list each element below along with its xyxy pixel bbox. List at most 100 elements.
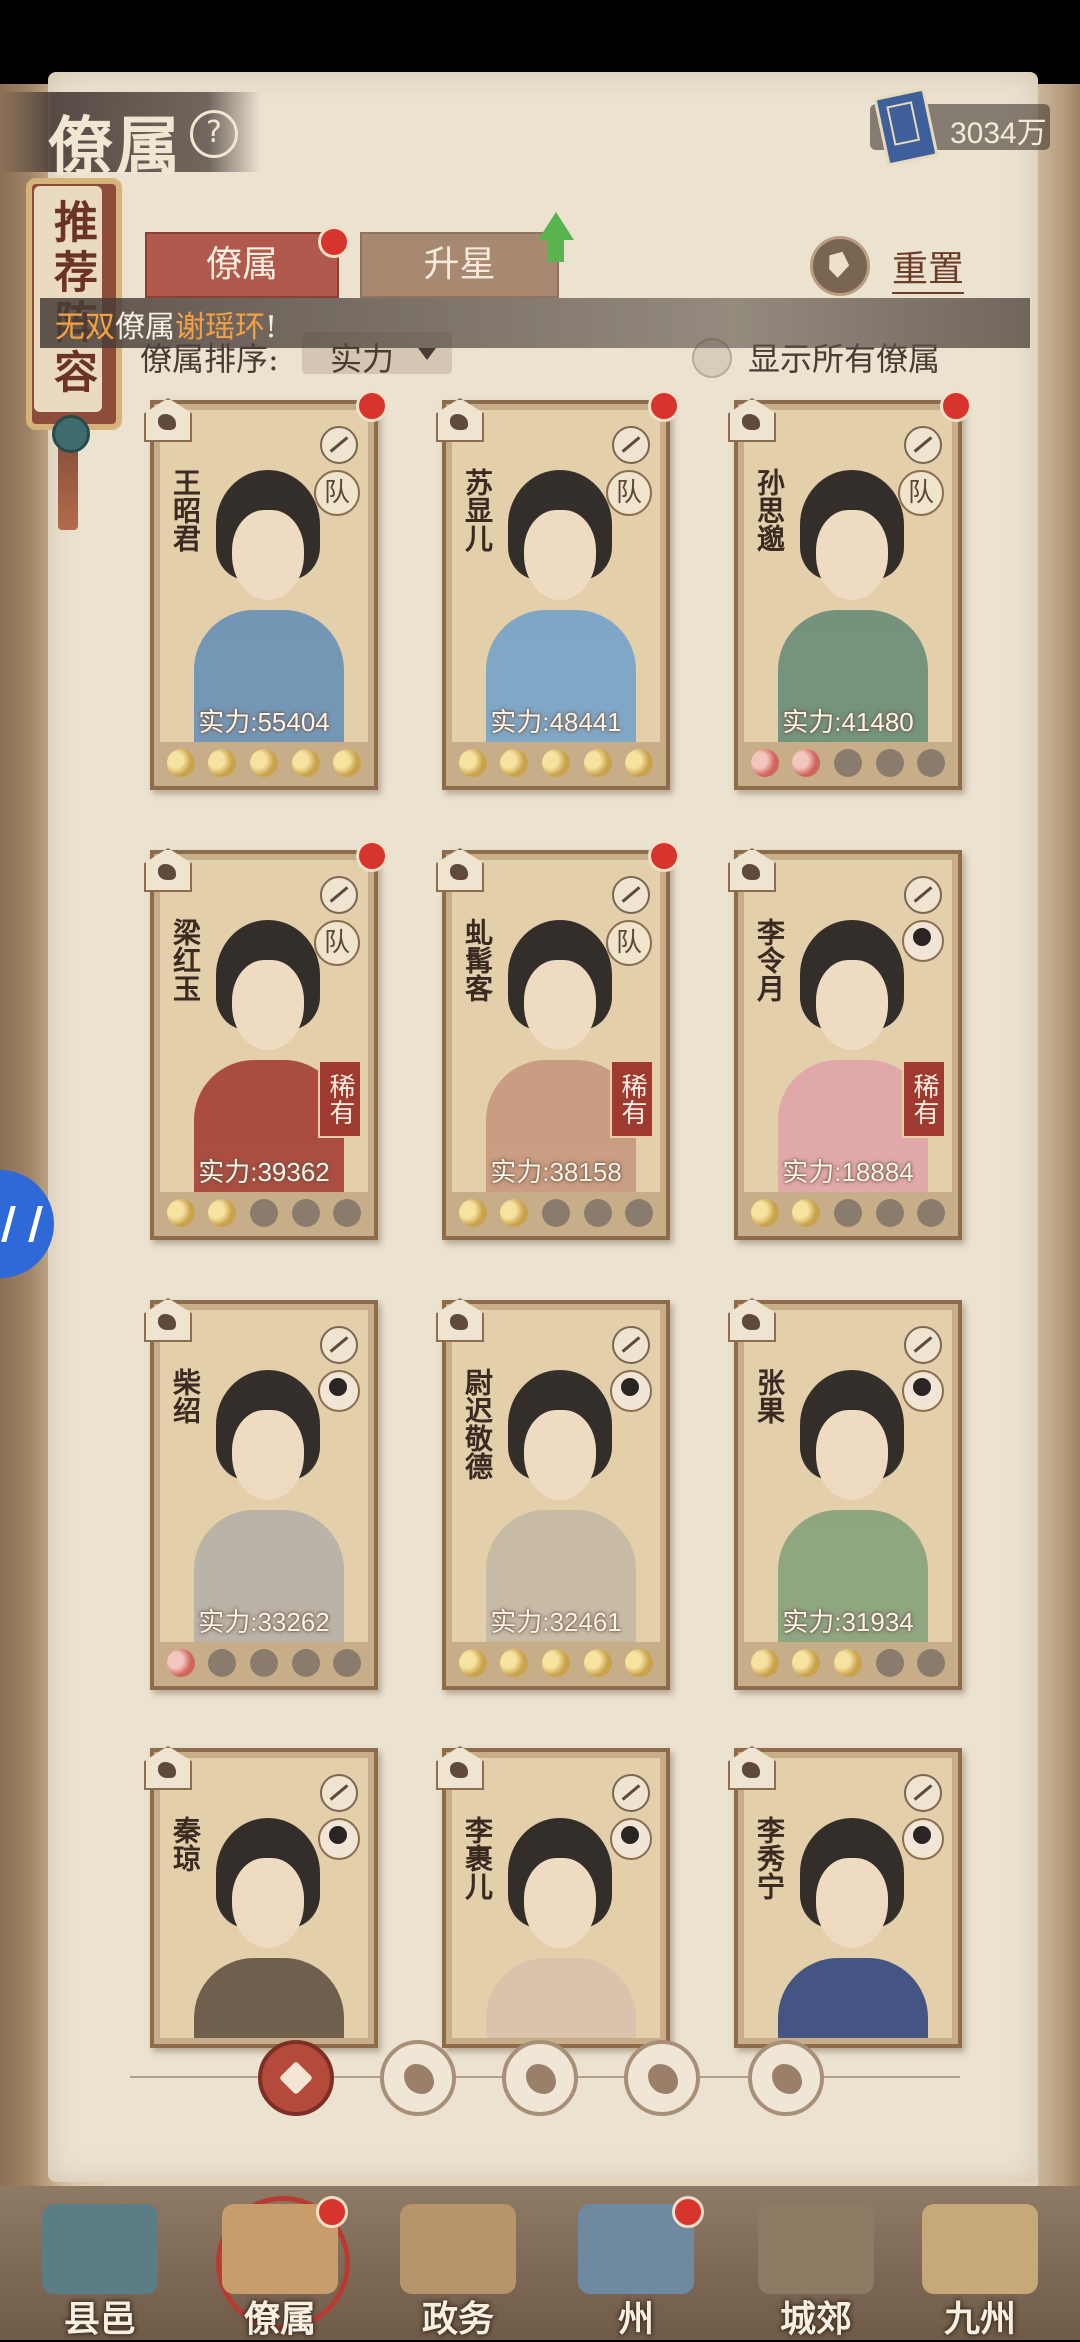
filter-class-1-button[interactable] — [380, 2040, 456, 2116]
power-value: 实力:33262 — [198, 1607, 330, 1637]
nav-item[interactable]: 政务 — [378, 2190, 538, 2340]
hat-icon — [404, 2064, 434, 2094]
filter-class-4-button[interactable] — [748, 2040, 824, 2116]
role-icon — [612, 426, 650, 464]
announcement-type: 僚属 — [115, 310, 175, 345]
notification-dot — [940, 390, 972, 422]
retainer-card[interactable]: 孙思邈 队实力:41480 — [728, 390, 972, 790]
notification-dot — [356, 840, 388, 872]
portrait-face — [816, 1858, 888, 1948]
team-badge: 队 — [606, 920, 652, 966]
nav-item[interactable]: 城郊 — [736, 2190, 896, 2340]
companion-avatar — [610, 1370, 652, 1412]
power-value: 实力:38158 — [490, 1157, 622, 1187]
role-icon — [320, 1326, 358, 1364]
retainer-card[interactable]: 秦琼 — [144, 1746, 378, 2048]
filter-class-3-button[interactable] — [624, 2040, 700, 2116]
notification-dot — [648, 390, 680, 422]
moon-star-icon — [625, 749, 654, 777]
currency-amount: 3034万 — [950, 117, 1047, 150]
nav-icon — [922, 2204, 1038, 2294]
moon-star-icon — [792, 749, 821, 777]
nav-item[interactable]: 县邑 — [20, 2190, 180, 2340]
star-rating — [452, 1196, 660, 1230]
moon-star-icon — [333, 749, 362, 777]
moon-star-icon — [249, 1199, 278, 1227]
page-title: 僚属 — [48, 110, 184, 185]
portrait-robe — [486, 1958, 636, 2038]
filter-class-2-button[interactable] — [502, 2040, 578, 2116]
moon-star-icon — [541, 749, 570, 777]
star-rating — [160, 1646, 368, 1680]
notification-dot — [648, 840, 680, 872]
diamond-icon — [279, 2061, 313, 2095]
class-badge-icon — [436, 1746, 484, 1790]
moon-star-icon — [917, 1649, 946, 1677]
companion-avatar — [318, 1370, 360, 1412]
moon-star-icon — [458, 1199, 487, 1227]
character-name: 柴绍 — [169, 1368, 202, 1424]
class-badge-icon — [728, 848, 776, 892]
moon-star-icon — [917, 1199, 946, 1227]
class-badge-icon — [436, 398, 484, 442]
companion-avatar — [610, 1818, 652, 1860]
moon-star-icon — [166, 1199, 195, 1227]
moon-star-icon — [500, 1649, 529, 1677]
team-badge: 队 — [606, 470, 652, 516]
portrait-frame: 孙思邈 队实力:41480 — [744, 410, 952, 742]
filter-all-button[interactable] — [258, 2040, 334, 2116]
nav-item[interactable]: 九州 — [900, 2190, 1060, 2340]
reset-icon[interactable] — [810, 236, 870, 296]
retainer-card[interactable]: 尉迟敬德 实力:32461 — [436, 1298, 670, 1690]
nav-label: 政务 — [421, 2298, 494, 2340]
role-icon — [320, 426, 358, 464]
role-icon — [612, 1774, 650, 1812]
moon-star-icon — [625, 1199, 654, 1227]
portrait-face — [232, 960, 304, 1050]
help-icon[interactable]: ? — [190, 110, 238, 158]
retainer-card[interactable]: 柴绍实力:33262 — [144, 1298, 378, 1690]
nav-item[interactable]: 僚属 — [200, 2190, 360, 2340]
nav-item[interactable]: 州 — [556, 2190, 716, 2340]
role-icon — [904, 1774, 942, 1812]
tab-retainers[interactable]: 僚属 — [145, 232, 339, 298]
moon-star-icon — [750, 1649, 779, 1677]
moon-star-icon — [583, 749, 612, 777]
announcement-suffix: ! — [265, 310, 278, 345]
character-name: 李令月 — [753, 918, 786, 1002]
nav-icon — [400, 2204, 516, 2294]
power-value: 实力:41480 — [782, 707, 914, 737]
moon-star-icon — [458, 749, 487, 777]
star-rating — [744, 1646, 952, 1680]
portrait-frame: 秦琼 — [160, 1758, 368, 2038]
star-rating — [160, 1196, 368, 1230]
retainer-card[interactable]: 苏显儿 队实力:48441 — [436, 390, 680, 790]
power-value: 实力:32461 — [490, 1607, 622, 1637]
tassel-knot-icon — [52, 415, 90, 453]
role-icon — [904, 426, 942, 464]
portrait-frame: 李秀宁 — [744, 1758, 952, 2038]
retainer-card[interactable]: 李令月 稀有 实力:18884 — [728, 848, 962, 1240]
role-icon — [612, 876, 650, 914]
portrait-frame: 梁红玉 队稀有 实力:39362 — [160, 860, 368, 1192]
retainer-card[interactable]: 李裹儿 — [436, 1746, 670, 2048]
role-icon — [904, 1326, 942, 1364]
portrait-frame: 李裹儿 — [452, 1758, 660, 2038]
nav-icon — [758, 2204, 874, 2294]
tab-upgrade-star[interactable]: 升星 — [360, 232, 559, 298]
character-name: 秦琼 — [169, 1816, 202, 1872]
page-edge — [1038, 84, 1080, 2224]
retainer-card[interactable]: 虬髯客 队稀有 实力:38158 — [436, 840, 680, 1240]
retainer-card[interactable]: 李秀宁 — [728, 1746, 962, 2048]
nav-icon — [42, 2204, 158, 2294]
nav-label: 城郊 — [779, 2298, 852, 2340]
retainer-card[interactable]: 张果 实力:31934 — [728, 1298, 962, 1690]
moon-star-icon — [291, 749, 320, 777]
retainer-card[interactable]: 王昭君 队实力:55404 — [144, 390, 388, 790]
character-name: 张果 — [753, 1368, 786, 1424]
rarity-badge: 稀有 — [318, 1060, 362, 1138]
beast-icon — [526, 2064, 556, 2094]
retainer-card[interactable]: 梁红玉 队稀有 实力:39362 — [144, 840, 388, 1240]
moon-star-icon — [166, 749, 195, 777]
reset-button[interactable]: 重置 — [892, 240, 965, 294]
